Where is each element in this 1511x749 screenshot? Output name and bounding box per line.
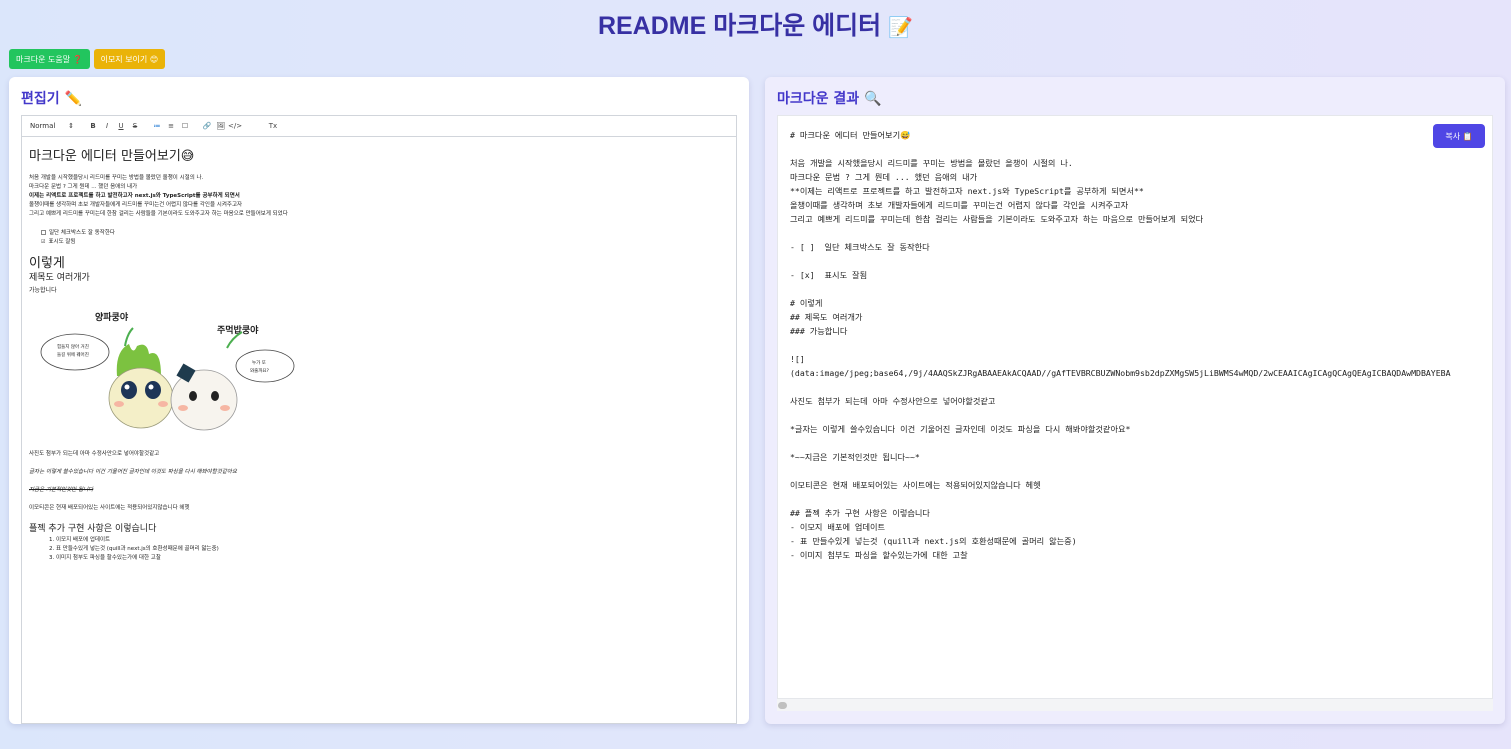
markdown-line: ![]	[790, 354, 805, 364]
code-icon[interactable]: </>	[228, 122, 242, 130]
markdown-line	[790, 408, 1451, 422]
editor-bold-line: 이제는 리액트로 프로젝트를 하고 발전하고자 next.js와 TypeScr…	[29, 193, 240, 199]
chevron-updown-icon: ⇕	[68, 122, 74, 130]
markdown-line: ## 제목도 여러개가	[790, 312, 863, 322]
bold-button[interactable]: B	[86, 122, 100, 130]
markdown-line	[790, 254, 1451, 268]
markdown-line: (data:image/jpeg;base64,/9j/4AAQSkZJRgAB…	[790, 368, 1451, 378]
markdown-line: **이제는 리액트로 프로젝트를 하고 발전하고자 next.js와 TypeS…	[790, 186, 1144, 196]
markdown-line: 처음 개발을 시작했을당시 리드미를 꾸미는 방법을 몰랐던 올챙이 시절의 나…	[790, 158, 1073, 168]
markdown-line: - [x] 표시도 잘됨	[790, 270, 868, 280]
image-icon[interactable]: 🖼	[214, 122, 228, 130]
markdown-line: # 이렇게	[790, 298, 823, 308]
list-item: 1. 이모지 배포에 업데이트	[49, 537, 111, 543]
editor-heading-1: 이렇게	[29, 256, 65, 271]
svg-text:힘들지 않아 거친: 힘들지 않아 거친	[57, 343, 89, 350]
svg-text:들길 위에 꿰어진: 들길 위에 꿰어진	[57, 351, 89, 358]
editor-strike-paragraph: 지금은 기본적인것만 됩니다	[29, 487, 94, 493]
markdown-line: - 이모지 배포에 업데이트	[790, 522, 886, 532]
ordered-list-icon[interactable]: ≔	[150, 122, 164, 130]
page-title-text: README 마크다운 에디터	[597, 12, 882, 40]
result-panel-title: 마크다운 결과 🔍	[777, 91, 882, 107]
list-item: 2. 표 만들수있게 넣는것 (quill과 next.js의 호환성때문에 골…	[49, 546, 219, 552]
markdown-line: # 마크다운 에디터 만들어보기😅	[790, 130, 911, 140]
svg-text:와줄까요?: 와줄까요?	[250, 367, 270, 374]
markdown-line: - 이미지 첨부도 파싱을 할수있는가에 대한 고찰	[790, 550, 968, 560]
check-icon[interactable]: ☑	[41, 239, 45, 245]
markdown-line: - [ ] 일단 체크박스도 잘 동작한다	[790, 242, 930, 252]
markdown-line: ### 가능합니다	[790, 326, 848, 336]
editor-toolbar: Normal ⇕ B I U S ≔ ≡ ☐ 🔗 🖼 </> Tx	[22, 116, 736, 137]
embedded-image: 양파쿵야 주먹밥쿵야 힘들지 않아 거친 들길 위에 꿰어진 누가 또 와줄까요…	[37, 306, 297, 441]
markdown-line: 그리고 예쁘게 리드미를 꾸미는데 한참 걸리는 사람들을 기본이라도 도와주고…	[790, 214, 1204, 224]
result-panel: 마크다운 결과 🔍 # 마크다운 에디터 만들어보기😅 처음 개발을 시작했을당…	[765, 77, 1505, 724]
top-button-group: 마크다운 도움말 ❓ 이모지 보이기 😊	[9, 49, 166, 69]
editor-heading-1: 마크다운 에디터 만들어보기😅	[29, 149, 195, 164]
markdown-line	[790, 338, 1451, 352]
memo-icon: 📝	[888, 17, 914, 39]
markdown-line	[790, 282, 1451, 296]
markdown-line	[790, 464, 1451, 478]
markdown-text: # 마크다운 에디터 만들어보기😅 처음 개발을 시작했을당시 리드미를 꾸미는…	[790, 128, 1451, 562]
editor-line: 처음 개발을 시작했을당시 리드미를 꾸미는 방법을 몰랐던 올챙이 시절의 나…	[29, 175, 204, 181]
markdown-line: *글자는 이렇게 쓸수있습니다 이건 기울어진 글자인데 이것도 파싱을 다시 …	[790, 424, 1131, 434]
link-icon[interactable]: 🔗	[200, 122, 214, 130]
editor-content[interactable]: 마크다운 에디터 만들어보기😅 처음 개발을 시작했을당시 리드미를 꾸미는 방…	[22, 137, 736, 571]
markdown-line	[790, 436, 1451, 450]
editor-panel: 편집기 ✏️ Normal ⇕ B I U S ≔ ≡ ☐ 🔗 🖼 </> Tx…	[9, 77, 749, 724]
scrollbar-thumb[interactable]	[778, 702, 787, 709]
editor-line: 마크다운 문법 ? 그게 뭔데 ... 했던 음애의 내가	[29, 184, 138, 190]
bullet-list-icon[interactable]: ≡	[164, 122, 178, 130]
checklist-icon[interactable]: ☐	[178, 122, 192, 130]
caption-left: 양파쿵야	[95, 311, 129, 323]
checklist-item-checked[interactable]: ☑ 표시도 잘됨	[29, 238, 729, 247]
markdown-line	[790, 226, 1451, 240]
character-illustration: 양파쿵야 주먹밥쿵야 힘들지 않아 거친 들길 위에 꿰어진 누가 또 와줄까요…	[40, 311, 295, 431]
page-title: README 마크다운 에디터 📝	[0, 6, 1511, 42]
editor-line: 올챙이때를 생각하며 초보 개발자들에게 리드미를 꾸미는건 어렵지 않다를 각…	[29, 202, 243, 208]
horizontal-scrollbar[interactable]	[777, 698, 1493, 711]
editor-heading-3: 가능합니다	[29, 287, 57, 294]
rich-text-editor[interactable]: Normal ⇕ B I U S ≔ ≡ ☐ 🔗 🖼 </> Tx 마크다운 에…	[21, 115, 737, 724]
editor-paragraph: 이모티콘은 현재 배포되어있는 사이트에는 적용되어있지않습니다 헤헷	[29, 505, 190, 511]
markdown-line	[790, 492, 1451, 506]
italic-button[interactable]: I	[100, 122, 114, 130]
markdown-line: 사진도 첨부가 되는데 아마 수정사안으로 넣어야할것같고	[790, 396, 996, 406]
editor-heading-2: 제목도 여러개가	[29, 273, 90, 283]
format-select[interactable]: Normal ⇕	[30, 122, 74, 130]
markdown-output[interactable]: # 마크다운 에디터 만들어보기😅 처음 개발을 시작했을당시 리드미를 꾸미는…	[777, 115, 1493, 711]
editor-line: 그리고 예쁘게 리드미를 꾸미는데 한참 걸리는 사람들을 기본이라도 도와주고…	[29, 211, 288, 217]
checkbox-icon[interactable]	[41, 230, 46, 235]
format-select-value: Normal	[30, 122, 56, 130]
checklist-item-unchecked[interactable]: 일단 체크박스도 잘 동작한다	[29, 229, 729, 238]
markdown-line: 이모티콘은 현재 배포되어있는 사이트에는 적용되어있지않습니다 헤헷	[790, 480, 1041, 490]
copy-button[interactable]: 복사 📋	[1433, 124, 1485, 148]
editor-ordered-list: 1. 이모지 배포에 업데이트 2. 표 만들수있게 넣는것 (quill과 n…	[29, 536, 729, 563]
underline-button[interactable]: U	[114, 122, 128, 130]
markdown-line: - 표 만들수있게 넣는것 (quill과 next.js의 호환성때문에 골머…	[790, 536, 1077, 546]
editor-italic-paragraph: 글자는 이렇게 쓸수있습니다 이건 기울어진 글자인데 이것도 파싱을 다시 해…	[29, 469, 238, 475]
editor-paragraph: 사진도 첨부가 되는데 아마 수정사안으로 넣어야할것같고	[29, 451, 160, 457]
markdown-help-button[interactable]: 마크다운 도움말 ❓	[9, 49, 90, 69]
markdown-line	[790, 380, 1451, 394]
editor-panel-title: 편집기 ✏️	[21, 91, 82, 107]
strikethrough-button[interactable]: S	[128, 122, 142, 130]
markdown-line: 마크다운 문법 ? 그게 뭔데 ... 했던 음애의 내가	[790, 172, 978, 182]
markdown-line: 올챙이때를 생각하며 초보 개발자들에게 리드미를 꾸미는건 어렵지 않다를 각…	[790, 200, 1129, 210]
markdown-line	[790, 142, 1451, 156]
svg-text:누가 또: 누가 또	[252, 359, 266, 366]
editor-heading-2: 플젝 추가 구현 사항은 이렇습니다	[29, 524, 157, 534]
list-item: 3. 이미지 첨부도 파싱을 할수있는가에 대한 고찰	[49, 555, 161, 561]
clear-format-icon[interactable]: Tx	[266, 122, 280, 130]
show-emoji-button[interactable]: 이모지 보이기 😊	[93, 49, 166, 69]
markdown-line: *~~지금은 기본적인것만 됩니다~~*	[790, 452, 920, 462]
markdown-line: ## 플젝 추가 구현 사항은 이렇습니다	[790, 508, 930, 518]
